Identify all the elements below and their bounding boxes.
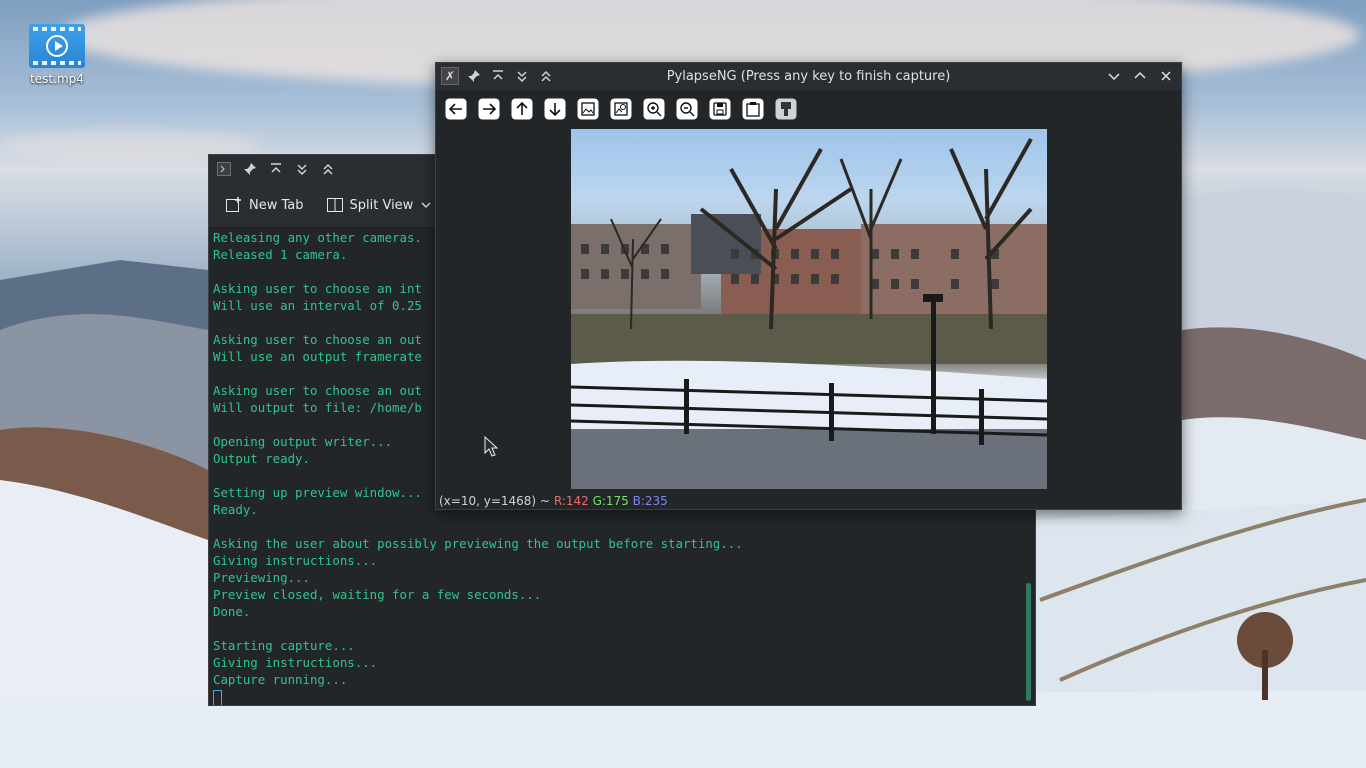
split-view-icon [326,198,343,212]
minimize-icon[interactable] [1105,67,1123,85]
terminal-cursor-line[interactable] [213,688,1021,705]
terminal-line: Preview closed, waiting for a few second… [213,587,542,602]
keep-above-icon[interactable] [267,160,285,178]
terminal-line: Asking the user about possibly previewin… [213,536,743,551]
terminal-line: Giving instructions... [213,655,378,670]
green-value: G:175 [592,494,629,508]
red-value: R:142 [553,494,589,508]
split-view-label: Split View [349,197,414,213]
terminal-app-icon[interactable] [215,160,233,178]
new-tab-icon [226,197,241,212]
text-cursor [213,689,222,705]
viewer-toolbar [444,97,798,121]
properties-icon[interactable] [774,97,798,121]
video-file-icon [29,24,85,68]
zoom-out-icon[interactable] [675,97,699,121]
save-icon[interactable] [708,97,732,121]
mouse-pointer-icon [484,436,499,457]
desktop-file-icon[interactable]: test.mp4 [22,24,92,86]
keep-below-icon[interactable] [293,160,311,178]
new-tab-button[interactable]: New Tab [225,196,304,214]
pylapse-titlebar[interactable]: ✗ PylapseNG (Press any key to finish cap… [436,63,1181,90]
terminal-line: Previewing... [213,570,310,585]
close-icon[interactable] [1157,67,1175,85]
arrow-up-icon[interactable] [510,97,534,121]
arrow-down-icon[interactable] [543,97,567,121]
zoom-in-icon[interactable] [642,97,666,121]
maximize-icon[interactable] [1131,67,1149,85]
pixel-info-status: (x=10, y=1468) ~ R:142 G:175 B:235 [439,494,668,508]
terminal-line: Capture running... [213,672,348,687]
coords-readout: (x=10, y=1468) ~ [439,494,550,508]
arrow-right-icon[interactable] [477,97,501,121]
chevron-down-icon[interactable] [419,198,433,212]
camera-preview-image [571,129,1047,489]
shade-icon[interactable] [319,160,337,178]
blue-value: B:235 [632,494,668,508]
split-view-button[interactable]: Split View [326,196,434,214]
image-search-icon[interactable] [609,97,633,121]
terminal-line: Starting capture... [213,638,355,653]
arrow-left-icon[interactable] [444,97,468,121]
terminal-scrollbar[interactable] [1026,583,1031,701]
terminal-line: Giving instructions... [213,553,378,568]
terminal-line: Done. [213,604,251,619]
new-tab-label: New Tab [249,197,304,213]
image-icon[interactable] [576,97,600,121]
pin-icon[interactable] [241,160,259,178]
pylapse-window[interactable]: ✗ PylapseNG (Press any key to finish cap… [435,62,1182,510]
desktop-icon-label: test.mp4 [30,72,84,86]
window-title: PylapseNG (Press any key to finish captu… [666,69,951,84]
clipboard-icon[interactable] [741,97,765,121]
